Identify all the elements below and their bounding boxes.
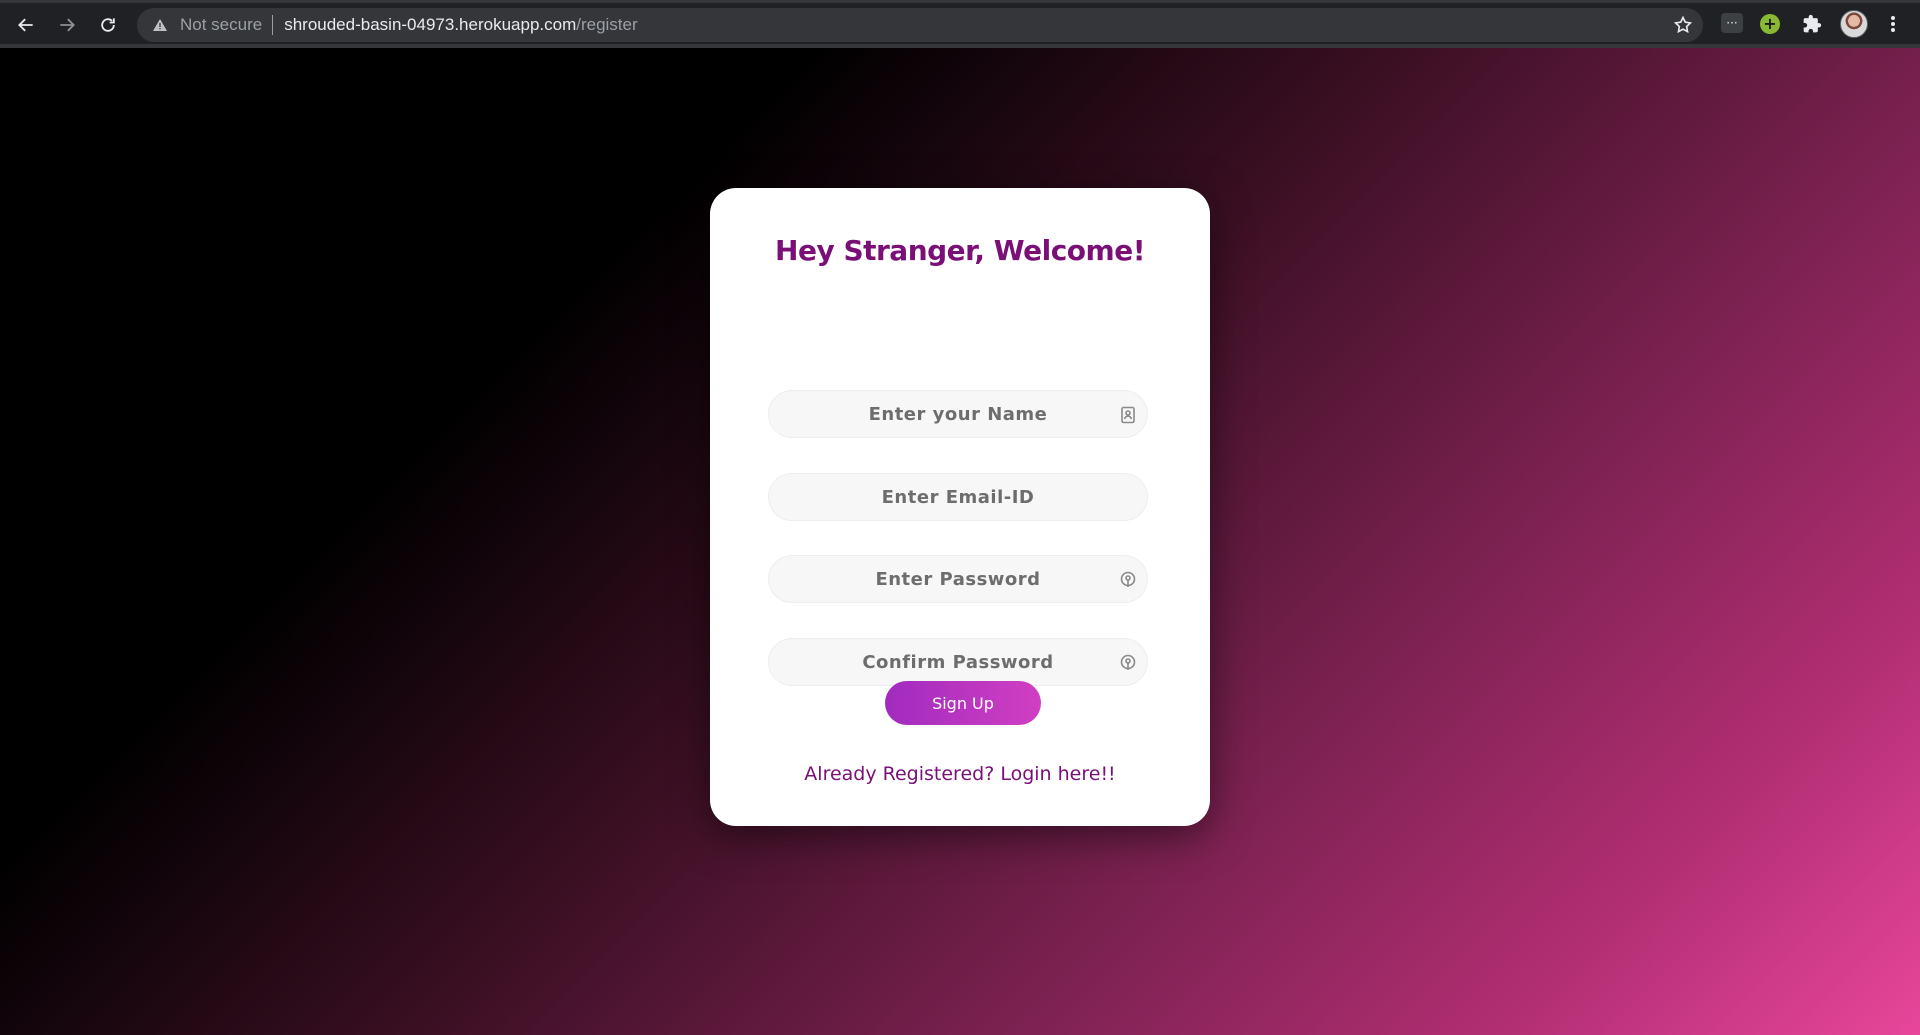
key-icon	[1119, 571, 1137, 589]
reload-button[interactable]	[92, 9, 124, 41]
back-button[interactable]	[10, 9, 42, 41]
tab-strip-edge	[0, 0, 1920, 3]
warning-icon[interactable]	[152, 17, 168, 33]
forward-button[interactable]	[51, 9, 83, 41]
name-field[interactable]	[768, 390, 1148, 438]
profile-avatar[interactable]	[1840, 10, 1868, 38]
confirm-password-input[interactable]	[769, 639, 1147, 685]
security-label[interactable]: Not secure	[180, 15, 262, 35]
forward-icon	[60, 18, 75, 32]
confirm-password-field[interactable]	[768, 638, 1148, 686]
tab-search-icon[interactable]: ···	[1721, 13, 1743, 33]
page-background: Hey Stranger, Welcome! Sign Up Already R…	[0, 48, 1920, 1035]
email-field[interactable]	[768, 473, 1148, 521]
menu-dots-icon[interactable]	[1885, 14, 1901, 34]
reload-icon	[101, 18, 115, 32]
add-extension-icon[interactable]: +	[1760, 14, 1780, 34]
key-icon	[1119, 654, 1137, 672]
login-link[interactable]: Already Registered? Login here!!	[710, 763, 1210, 785]
email-input[interactable]	[769, 474, 1147, 520]
url-host[interactable]: shrouded-basin-04973.herokuapp.com	[284, 15, 576, 35]
bookmark-star-icon[interactable]	[1673, 15, 1693, 35]
name-input[interactable]	[769, 391, 1147, 437]
password-input[interactable]	[769, 556, 1147, 602]
url-path[interactable]: /register	[576, 15, 637, 35]
page-title: Hey Stranger, Welcome!	[775, 234, 1145, 267]
password-field[interactable]	[768, 555, 1148, 603]
puzzle-icon[interactable]	[1800, 12, 1824, 36]
contact-card-icon	[1119, 406, 1137, 424]
sign-up-button[interactable]: Sign Up	[885, 681, 1041, 725]
browser-toolbar: Not secure shrouded-basin-04973.herokuap…	[0, 0, 1920, 48]
omnibox-separator	[272, 15, 274, 35]
back-icon	[18, 18, 33, 32]
register-card: Hey Stranger, Welcome! Sign Up Already R…	[710, 188, 1210, 826]
address-bar[interactable]: Not secure shrouded-basin-04973.herokuap…	[137, 8, 1703, 42]
